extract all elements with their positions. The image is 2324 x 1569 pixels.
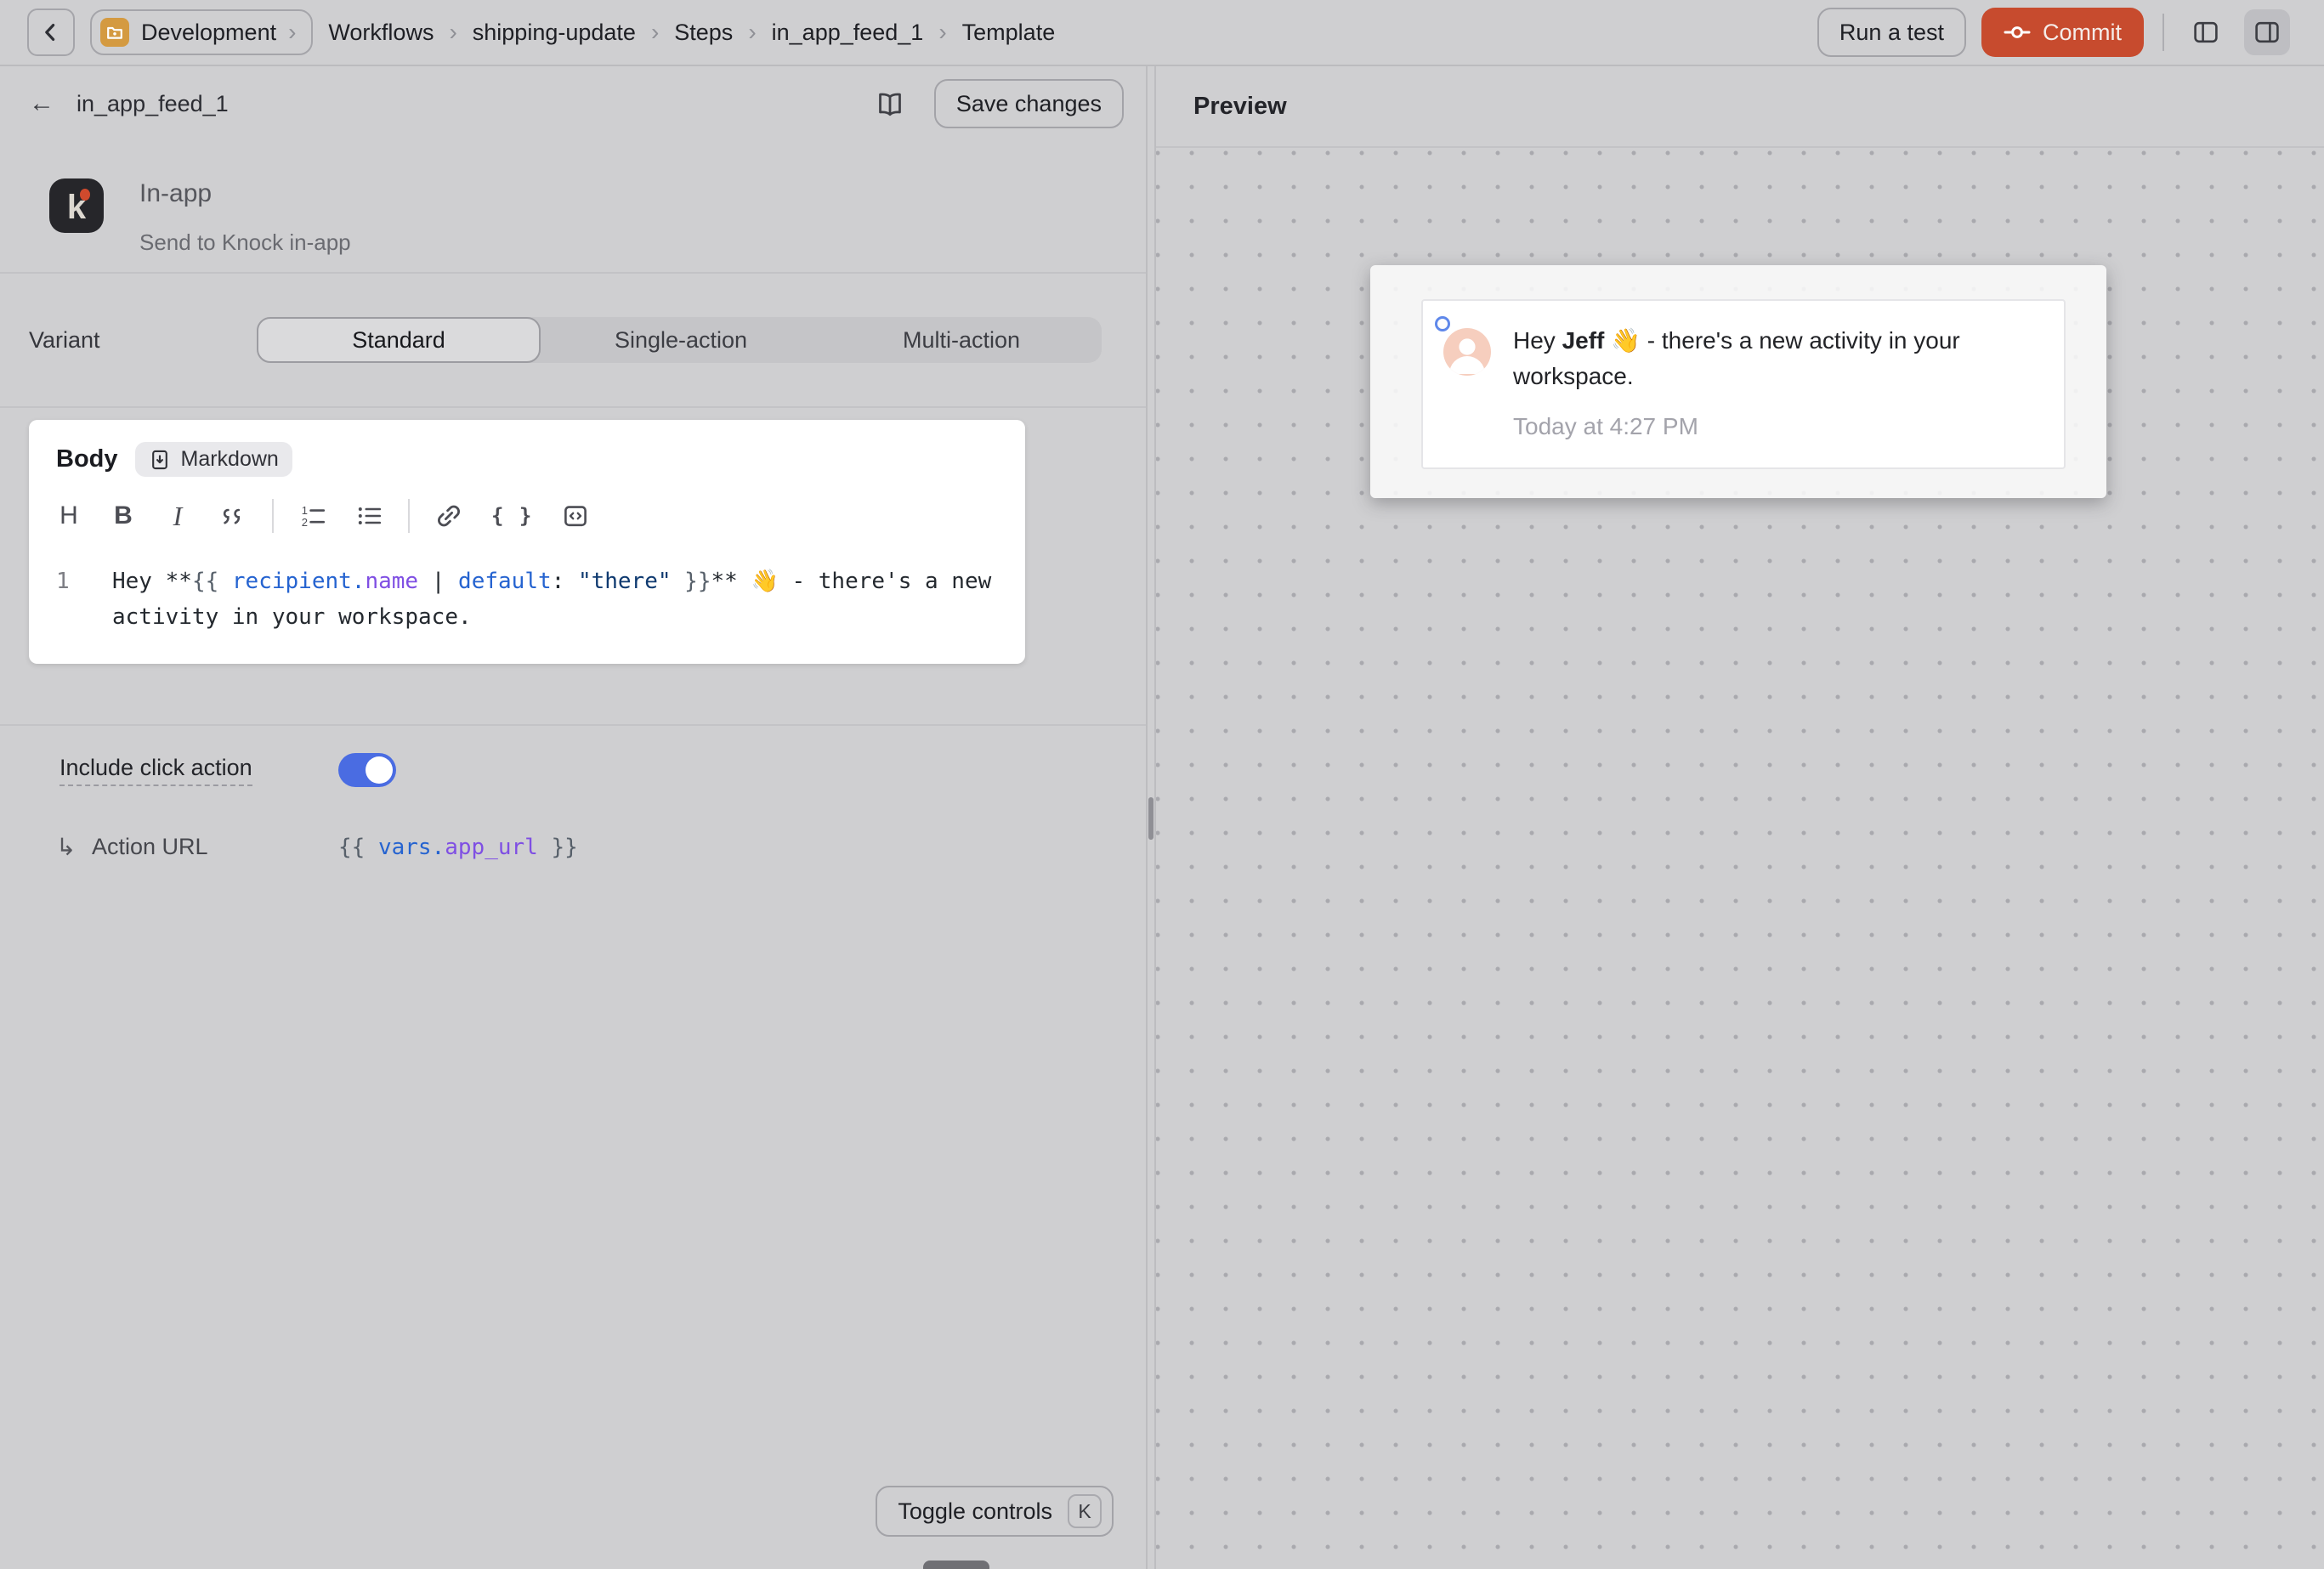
toggle-controls-label: Toggle controls: [898, 1498, 1052, 1525]
workspace-switcher[interactable]: Development ›: [90, 9, 313, 55]
ordered-list-button[interactable]: 1 2: [299, 502, 326, 530]
docs-button[interactable]: [868, 82, 912, 126]
include-click-action-label: Include click action: [60, 755, 252, 786]
breadcrumb-template[interactable]: Template: [962, 20, 1056, 46]
bottom-peek-pill: [923, 1561, 989, 1569]
action-url-label: Action URL: [92, 834, 208, 860]
panel-right-icon: [2253, 19, 2281, 46]
link-icon: [435, 502, 462, 530]
code-block-button[interactable]: [562, 502, 589, 530]
preview-title: Preview: [1193, 93, 1287, 121]
commit-button[interactable]: Commit: [1981, 8, 2144, 57]
breadcrumb: Workflows › shipping-update › Steps › in…: [328, 19, 1055, 46]
toggle-left-panel-button[interactable]: [2183, 9, 2229, 55]
formatting-toolbar: H B I: [56, 499, 998, 533]
editor-header: ← in_app_feed_1 Save changes: [0, 66, 1146, 141]
avatar: [1443, 328, 1491, 376]
toolbar-divider: [272, 499, 274, 533]
knock-channel-logo: k: [49, 178, 104, 233]
svg-text:2: 2: [302, 516, 308, 529]
preview-header: Preview: [1156, 66, 2324, 148]
body-template-text[interactable]: Hey **{{ recipient.name | default: "ther…: [112, 564, 998, 635]
ordered-list-icon: 1 2: [299, 502, 326, 530]
bullet-list-button[interactable]: [355, 502, 383, 530]
quote-icon: [219, 502, 247, 530]
notification-card[interactable]: Hey Jeff 👋 - there's a new activity in y…: [1421, 299, 2066, 469]
keyboard-shortcut-badge: K: [1068, 1494, 1102, 1528]
panel-left-icon: [2192, 19, 2219, 46]
chevron-right-icon: ›: [288, 19, 296, 46]
git-commit-icon: [2004, 19, 2031, 46]
link-button[interactable]: [435, 502, 462, 530]
step-title: in_app_feed_1: [77, 91, 229, 117]
top-bar-actions: Run a test Commit: [1817, 8, 2290, 57]
bold-button[interactable]: B: [111, 502, 136, 530]
channel-title: In-app: [139, 178, 351, 209]
main-split: ← in_app_feed_1 Save changes k In-app Se…: [0, 66, 2324, 1569]
back-arrow-icon[interactable]: ←: [29, 89, 54, 118]
code-block-icon: [562, 502, 589, 530]
chevron-left-icon: [37, 19, 65, 46]
environment-folder-icon: [100, 18, 129, 47]
body-section: Body Markdown H B I: [0, 408, 1146, 726]
toolbar-divider: [2162, 14, 2164, 51]
breadcrumb-workflow-key[interactable]: shipping-update: [473, 20, 636, 46]
knock-logo-dot: [80, 189, 90, 201]
unread-indicator: [1435, 316, 1450, 331]
nested-arrow-icon: ↳: [56, 833, 92, 861]
action-url-value[interactable]: {{ vars.app_url }}: [338, 835, 578, 860]
feed-popover: Hey Jeff 👋 - there's a new activity in y…: [1370, 265, 2106, 498]
toggle-right-panel-button[interactable]: [2244, 9, 2290, 55]
chevron-right-icon: ›: [651, 19, 659, 46]
preview-canvas: Hey Jeff 👋 - there's a new activity in y…: [1156, 148, 2324, 1569]
panel-resize-splitter[interactable]: [1146, 66, 1156, 1569]
book-icon: [875, 89, 905, 118]
notification-message: Hey Jeff 👋 - there's a new activity in y…: [1513, 323, 2043, 394]
breadcrumb-step-key[interactable]: in_app_feed_1: [772, 20, 924, 46]
format-badge[interactable]: Markdown: [135, 442, 292, 477]
bullet-list-icon: [355, 502, 383, 530]
channel-subtitle: Send to Knock in-app: [139, 229, 351, 256]
chevron-right-icon: ›: [748, 19, 756, 46]
channel-info: k In-app Send to Knock in-app: [0, 141, 1146, 274]
breadcrumb-workflows[interactable]: Workflows: [328, 20, 434, 46]
click-action-section: Include click action ↳ Action URL {{ var…: [0, 726, 1146, 861]
template-editor-panel: ← in_app_feed_1 Save changes k In-app Se…: [0, 66, 1146, 1569]
blockquote-button[interactable]: [219, 502, 247, 530]
toggle-knob: [366, 756, 393, 784]
format-badge-label: Markdown: [181, 447, 279, 472]
markdown-file-icon: [149, 448, 171, 472]
variant-section: Variant Standard Single-action Multi-act…: [0, 274, 1146, 408]
resize-handle[interactable]: [1148, 797, 1153, 840]
workspace-label: Development: [141, 20, 276, 46]
body-editor-card: Body Markdown H B I: [29, 420, 1025, 664]
recipient-name: Jeff: [1562, 327, 1605, 354]
heading-button[interactable]: H: [56, 502, 82, 530]
variable-button[interactable]: { }: [491, 502, 533, 530]
message-prefix: Hey: [1513, 327, 1562, 354]
line-number: 1: [56, 564, 90, 635]
run-a-test-button[interactable]: Run a test: [1817, 8, 1966, 57]
commit-label: Commit: [2043, 20, 2122, 46]
body-label: Body: [56, 445, 118, 473]
breadcrumb-steps[interactable]: Steps: [674, 20, 733, 46]
variant-option-single-action[interactable]: Single-action: [541, 317, 821, 363]
italic-button[interactable]: I: [165, 502, 190, 530]
top-bar: Development › Workflows › shipping-updat…: [0, 0, 2324, 66]
body-code-editor[interactable]: 1 Hey **{{ recipient.name | default: "th…: [56, 564, 998, 635]
variant-option-multi-action[interactable]: Multi-action: [821, 317, 1102, 363]
toolbar-divider: [408, 499, 410, 533]
variant-label: Variant: [29, 327, 257, 354]
save-changes-button[interactable]: Save changes: [934, 79, 1124, 128]
variant-segmented-control: Standard Single-action Multi-action: [257, 317, 1102, 363]
notification-timestamp: Today at 4:27 PM: [1513, 413, 2043, 440]
back-button[interactable]: [27, 8, 75, 56]
chevron-right-icon: ›: [938, 19, 946, 46]
chevron-right-icon: ›: [449, 19, 456, 46]
variant-option-standard[interactable]: Standard: [257, 317, 541, 363]
include-click-action-toggle[interactable]: [338, 753, 396, 787]
toggle-controls-button[interactable]: Toggle controls K: [876, 1486, 1114, 1537]
person-icon: [1443, 328, 1491, 376]
preview-panel: Preview Hey Jeff 👋 - ther: [1156, 66, 2324, 1569]
